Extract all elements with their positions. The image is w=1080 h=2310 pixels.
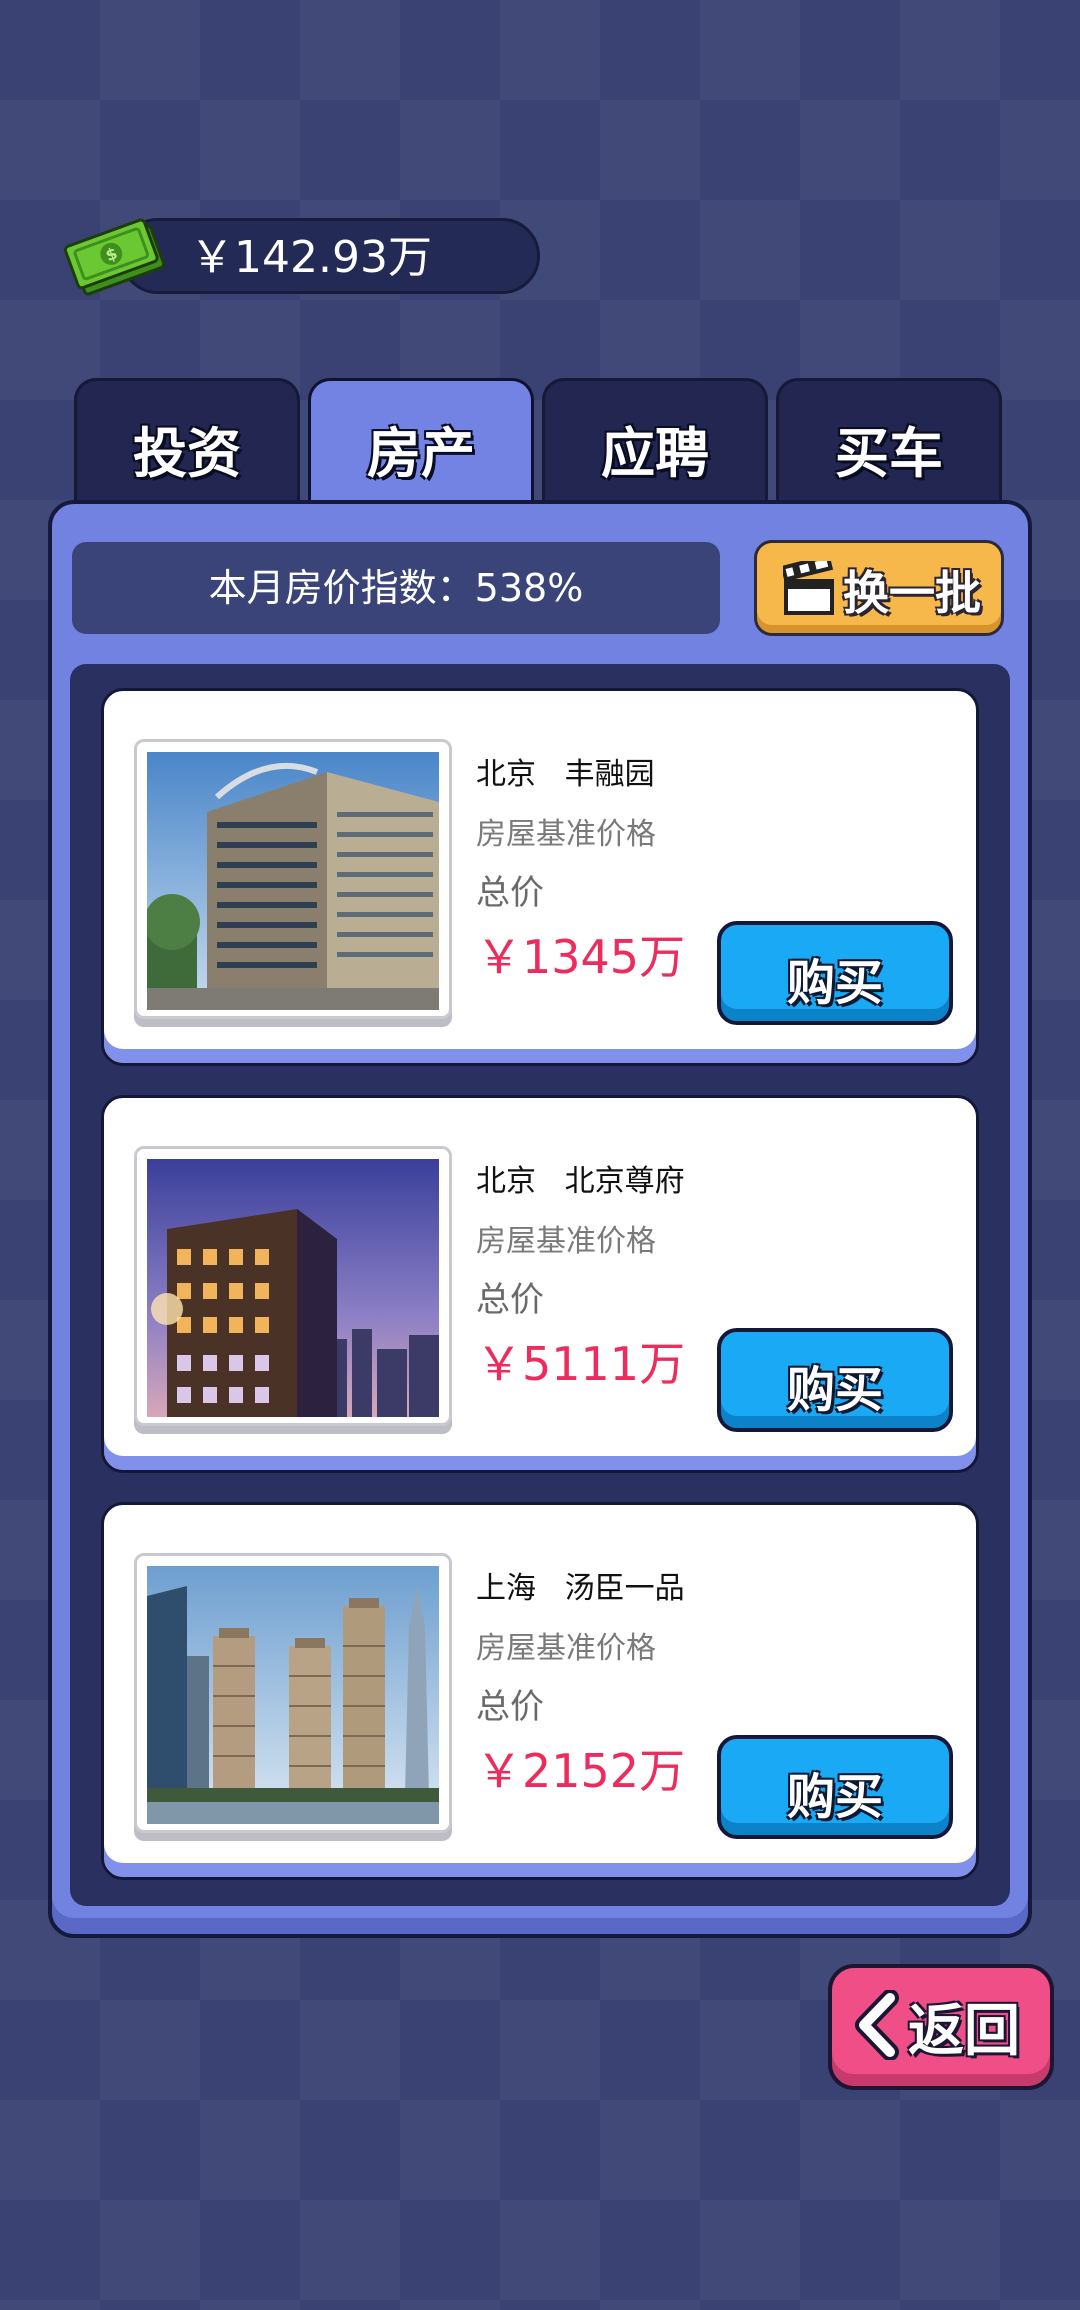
property-price: ￥1345万 [476, 930, 686, 984]
property-name: 上海 汤臣一品 [476, 1563, 685, 1607]
tab-invest[interactable]: 投资 [74, 378, 300, 508]
total-price-label: 总价 [476, 1687, 544, 1727]
property-photo-frame [134, 739, 452, 1019]
property-photo [147, 1566, 439, 1824]
buy-label: 购买 [786, 955, 883, 1011]
property-photo [147, 752, 439, 1010]
property-title: 丰融园 [564, 757, 655, 792]
property-subtitle: 房屋基准价格 [476, 1631, 656, 1666]
property-photo [147, 1159, 439, 1417]
property-photo-frame [134, 1146, 452, 1426]
property-name: 北京 丰融园 [476, 749, 655, 793]
total-price-label: 总价 [476, 873, 544, 913]
property-subtitle: 房屋基准价格 [476, 817, 656, 852]
tab-label: 应聘 [601, 422, 709, 485]
property-card: 上海 汤臣一品 房屋基准价格 总价 ￥2152万 购买 [101, 1502, 979, 1880]
tab-label: 房产 [367, 422, 475, 485]
buy-button[interactable]: 购买 [717, 1328, 953, 1432]
property-city: 北京 [476, 757, 536, 792]
buy-label: 购买 [786, 1362, 883, 1418]
tab-car[interactable]: 买车 [776, 378, 1002, 508]
property-price: ￥5111万 [476, 1337, 686, 1391]
buy-button[interactable]: 购买 [717, 921, 953, 1025]
property-price: ￥2152万 [476, 1744, 686, 1798]
refresh-label: 换一批 [843, 566, 981, 620]
clapperboard-icon [780, 554, 835, 617]
total-price-label: 总价 [476, 1280, 544, 1320]
tab-property[interactable]: 房产 [308, 378, 534, 513]
property-city: 北京 [476, 1164, 536, 1199]
property-title: 汤臣一品 [564, 1571, 685, 1606]
tab-label: 投资 [133, 422, 241, 485]
property-name: 北京 北京尊府 [476, 1156, 685, 1200]
chevron-left-icon [852, 1989, 902, 2061]
property-title: 北京尊府 [564, 1164, 685, 1199]
tab-label: 买车 [835, 422, 943, 485]
refresh-button[interactable]: 换一批 [754, 540, 1004, 636]
back-button[interactable]: 返回 [828, 1964, 1054, 2090]
property-card: 北京 北京尊府 房屋基准价格 总价 ￥5111万 购买 [101, 1095, 979, 1473]
balance-amount: ￥142.93万 [190, 232, 432, 283]
buy-label: 购买 [786, 1769, 883, 1825]
money-icon: $ [62, 210, 172, 300]
tab-job[interactable]: 应聘 [542, 378, 768, 508]
property-photo-frame [134, 1553, 452, 1833]
buy-button[interactable]: 购买 [717, 1735, 953, 1839]
property-card: 北京 丰融园 房屋基准价格 总价 ￥1345万 购买 [101, 688, 979, 1066]
back-label: 返回 [908, 1999, 1020, 2064]
property-city: 上海 [476, 1571, 536, 1606]
property-subtitle: 房屋基准价格 [476, 1224, 656, 1259]
price-index-text: 本月房价指数：538% [208, 566, 584, 610]
